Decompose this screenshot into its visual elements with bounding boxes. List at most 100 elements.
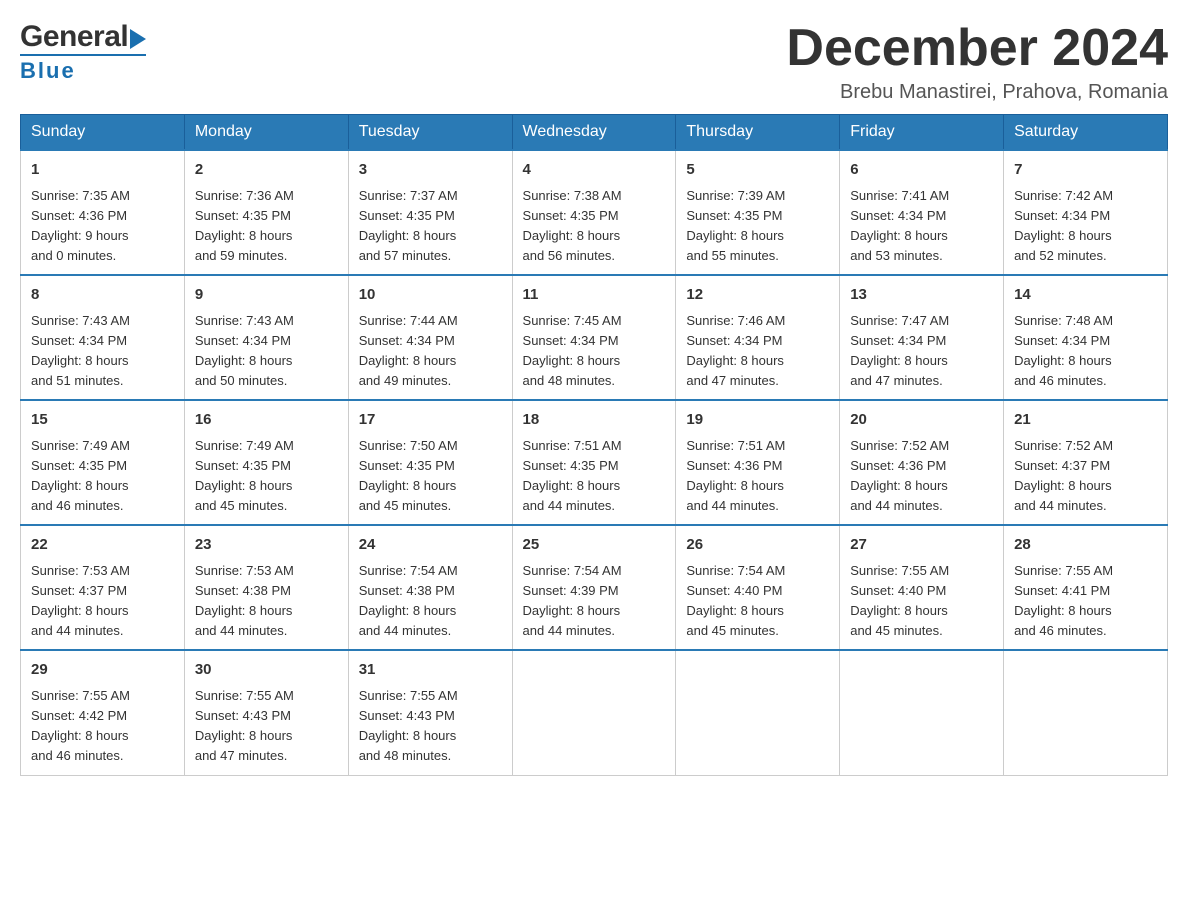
- day-info: Sunrise: 7:46 AMSunset: 4:34 PMDaylight:…: [686, 313, 785, 388]
- week-row-5: 29 Sunrise: 7:55 AMSunset: 4:42 PMDaylig…: [21, 650, 1168, 775]
- day-info: Sunrise: 7:55 AMSunset: 4:43 PMDaylight:…: [195, 688, 294, 763]
- day-info: Sunrise: 7:36 AMSunset: 4:35 PMDaylight:…: [195, 188, 294, 263]
- day-cell-30: 30 Sunrise: 7:55 AMSunset: 4:43 PMDaylig…: [184, 650, 348, 775]
- day-info: Sunrise: 7:51 AMSunset: 4:36 PMDaylight:…: [686, 438, 785, 513]
- day-info: Sunrise: 7:55 AMSunset: 4:42 PMDaylight:…: [31, 688, 130, 763]
- logo-arrow-icon: [130, 29, 146, 49]
- header-saturday: Saturday: [1004, 115, 1168, 151]
- day-cell-13: 13 Sunrise: 7:47 AMSunset: 4:34 PMDaylig…: [840, 275, 1004, 400]
- day-cell-21: 21 Sunrise: 7:52 AMSunset: 4:37 PMDaylig…: [1004, 400, 1168, 525]
- day-number: 6: [850, 159, 993, 182]
- day-number: 16: [195, 409, 338, 432]
- header-friday: Friday: [840, 115, 1004, 151]
- day-number: 18: [523, 409, 666, 432]
- day-number: 29: [31, 659, 174, 682]
- day-info: Sunrise: 7:42 AMSunset: 4:34 PMDaylight:…: [1014, 188, 1113, 263]
- day-number: 12: [686, 284, 829, 307]
- title-section: December 2024 Brebu Manastirei, Prahova,…: [786, 20, 1168, 104]
- day-cell-6: 6 Sunrise: 7:41 AMSunset: 4:34 PMDayligh…: [840, 150, 1004, 275]
- day-cell-19: 19 Sunrise: 7:51 AMSunset: 4:36 PMDaylig…: [676, 400, 840, 525]
- logo: General Blue: [20, 20, 146, 84]
- day-info: Sunrise: 7:53 AMSunset: 4:37 PMDaylight:…: [31, 563, 130, 638]
- day-number: 20: [850, 409, 993, 432]
- location: Brebu Manastirei, Prahova, Romania: [786, 81, 1168, 104]
- day-info: Sunrise: 7:52 AMSunset: 4:37 PMDaylight:…: [1014, 438, 1113, 513]
- day-cell-12: 12 Sunrise: 7:46 AMSunset: 4:34 PMDaylig…: [676, 275, 840, 400]
- day-info: Sunrise: 7:37 AMSunset: 4:35 PMDaylight:…: [359, 188, 458, 263]
- day-info: Sunrise: 7:54 AMSunset: 4:39 PMDaylight:…: [523, 563, 622, 638]
- day-info: Sunrise: 7:35 AMSunset: 4:36 PMDaylight:…: [31, 188, 130, 263]
- day-number: 1: [31, 159, 174, 182]
- day-number: 17: [359, 409, 502, 432]
- day-info: Sunrise: 7:44 AMSunset: 4:34 PMDaylight:…: [359, 313, 458, 388]
- day-cell-18: 18 Sunrise: 7:51 AMSunset: 4:35 PMDaylig…: [512, 400, 676, 525]
- day-info: Sunrise: 7:45 AMSunset: 4:34 PMDaylight:…: [523, 313, 622, 388]
- month-title: December 2024: [786, 20, 1168, 77]
- day-cell-3: 3 Sunrise: 7:37 AMSunset: 4:35 PMDayligh…: [348, 150, 512, 275]
- logo-general: General: [20, 20, 128, 54]
- day-number: 5: [686, 159, 829, 182]
- day-info: Sunrise: 7:48 AMSunset: 4:34 PMDaylight:…: [1014, 313, 1113, 388]
- day-number: 25: [523, 534, 666, 557]
- header-wednesday: Wednesday: [512, 115, 676, 151]
- day-cell-11: 11 Sunrise: 7:45 AMSunset: 4:34 PMDaylig…: [512, 275, 676, 400]
- day-cell-25: 25 Sunrise: 7:54 AMSunset: 4:39 PMDaylig…: [512, 525, 676, 650]
- day-number: 14: [1014, 284, 1157, 307]
- week-row-2: 8 Sunrise: 7:43 AMSunset: 4:34 PMDayligh…: [21, 275, 1168, 400]
- day-info: Sunrise: 7:49 AMSunset: 4:35 PMDaylight:…: [195, 438, 294, 513]
- week-row-1: 1 Sunrise: 7:35 AMSunset: 4:36 PMDayligh…: [21, 150, 1168, 275]
- day-cell-20: 20 Sunrise: 7:52 AMSunset: 4:36 PMDaylig…: [840, 400, 1004, 525]
- calendar-header-row: SundayMondayTuesdayWednesdayThursdayFrid…: [21, 115, 1168, 151]
- day-info: Sunrise: 7:55 AMSunset: 4:40 PMDaylight:…: [850, 563, 949, 638]
- day-cell-31: 31 Sunrise: 7:55 AMSunset: 4:43 PMDaylig…: [348, 650, 512, 775]
- day-number: 4: [523, 159, 666, 182]
- day-cell-1: 1 Sunrise: 7:35 AMSunset: 4:36 PMDayligh…: [21, 150, 185, 275]
- week-row-4: 22 Sunrise: 7:53 AMSunset: 4:37 PMDaylig…: [21, 525, 1168, 650]
- day-number: 28: [1014, 534, 1157, 557]
- day-number: 2: [195, 159, 338, 182]
- day-info: Sunrise: 7:41 AMSunset: 4:34 PMDaylight:…: [850, 188, 949, 263]
- day-number: 11: [523, 284, 666, 307]
- day-number: 31: [359, 659, 502, 682]
- day-cell-28: 28 Sunrise: 7:55 AMSunset: 4:41 PMDaylig…: [1004, 525, 1168, 650]
- header-monday: Monday: [184, 115, 348, 151]
- day-number: 19: [686, 409, 829, 432]
- day-cell-10: 10 Sunrise: 7:44 AMSunset: 4:34 PMDaylig…: [348, 275, 512, 400]
- day-cell-5: 5 Sunrise: 7:39 AMSunset: 4:35 PMDayligh…: [676, 150, 840, 275]
- day-cell-2: 2 Sunrise: 7:36 AMSunset: 4:35 PMDayligh…: [184, 150, 348, 275]
- day-number: 23: [195, 534, 338, 557]
- day-info: Sunrise: 7:55 AMSunset: 4:41 PMDaylight:…: [1014, 563, 1113, 638]
- day-info: Sunrise: 7:53 AMSunset: 4:38 PMDaylight:…: [195, 563, 294, 638]
- day-number: 10: [359, 284, 502, 307]
- day-cell-8: 8 Sunrise: 7:43 AMSunset: 4:34 PMDayligh…: [21, 275, 185, 400]
- day-number: 3: [359, 159, 502, 182]
- day-number: 30: [195, 659, 338, 682]
- logo-blue: Blue: [20, 54, 146, 84]
- day-cell-4: 4 Sunrise: 7:38 AMSunset: 4:35 PMDayligh…: [512, 150, 676, 275]
- day-number: 24: [359, 534, 502, 557]
- day-info: Sunrise: 7:55 AMSunset: 4:43 PMDaylight:…: [359, 688, 458, 763]
- day-info: Sunrise: 7:49 AMSunset: 4:35 PMDaylight:…: [31, 438, 130, 513]
- day-cell-22: 22 Sunrise: 7:53 AMSunset: 4:37 PMDaylig…: [21, 525, 185, 650]
- day-number: 15: [31, 409, 174, 432]
- week-row-3: 15 Sunrise: 7:49 AMSunset: 4:35 PMDaylig…: [21, 400, 1168, 525]
- day-cell-9: 9 Sunrise: 7:43 AMSunset: 4:34 PMDayligh…: [184, 275, 348, 400]
- day-info: Sunrise: 7:51 AMSunset: 4:35 PMDaylight:…: [523, 438, 622, 513]
- day-cell-26: 26 Sunrise: 7:54 AMSunset: 4:40 PMDaylig…: [676, 525, 840, 650]
- day-cell-24: 24 Sunrise: 7:54 AMSunset: 4:38 PMDaylig…: [348, 525, 512, 650]
- day-cell-7: 7 Sunrise: 7:42 AMSunset: 4:34 PMDayligh…: [1004, 150, 1168, 275]
- day-info: Sunrise: 7:38 AMSunset: 4:35 PMDaylight:…: [523, 188, 622, 263]
- empty-cell: [840, 650, 1004, 775]
- day-number: 7: [1014, 159, 1157, 182]
- day-number: 8: [31, 284, 174, 307]
- day-info: Sunrise: 7:43 AMSunset: 4:34 PMDaylight:…: [31, 313, 130, 388]
- day-info: Sunrise: 7:50 AMSunset: 4:35 PMDaylight:…: [359, 438, 458, 513]
- day-cell-29: 29 Sunrise: 7:55 AMSunset: 4:42 PMDaylig…: [21, 650, 185, 775]
- page-header: General Blue December 2024 Brebu Manasti…: [20, 20, 1168, 104]
- header-tuesday: Tuesday: [348, 115, 512, 151]
- day-cell-23: 23 Sunrise: 7:53 AMSunset: 4:38 PMDaylig…: [184, 525, 348, 650]
- day-number: 26: [686, 534, 829, 557]
- day-cell-27: 27 Sunrise: 7:55 AMSunset: 4:40 PMDaylig…: [840, 525, 1004, 650]
- day-cell-15: 15 Sunrise: 7:49 AMSunset: 4:35 PMDaylig…: [21, 400, 185, 525]
- day-number: 22: [31, 534, 174, 557]
